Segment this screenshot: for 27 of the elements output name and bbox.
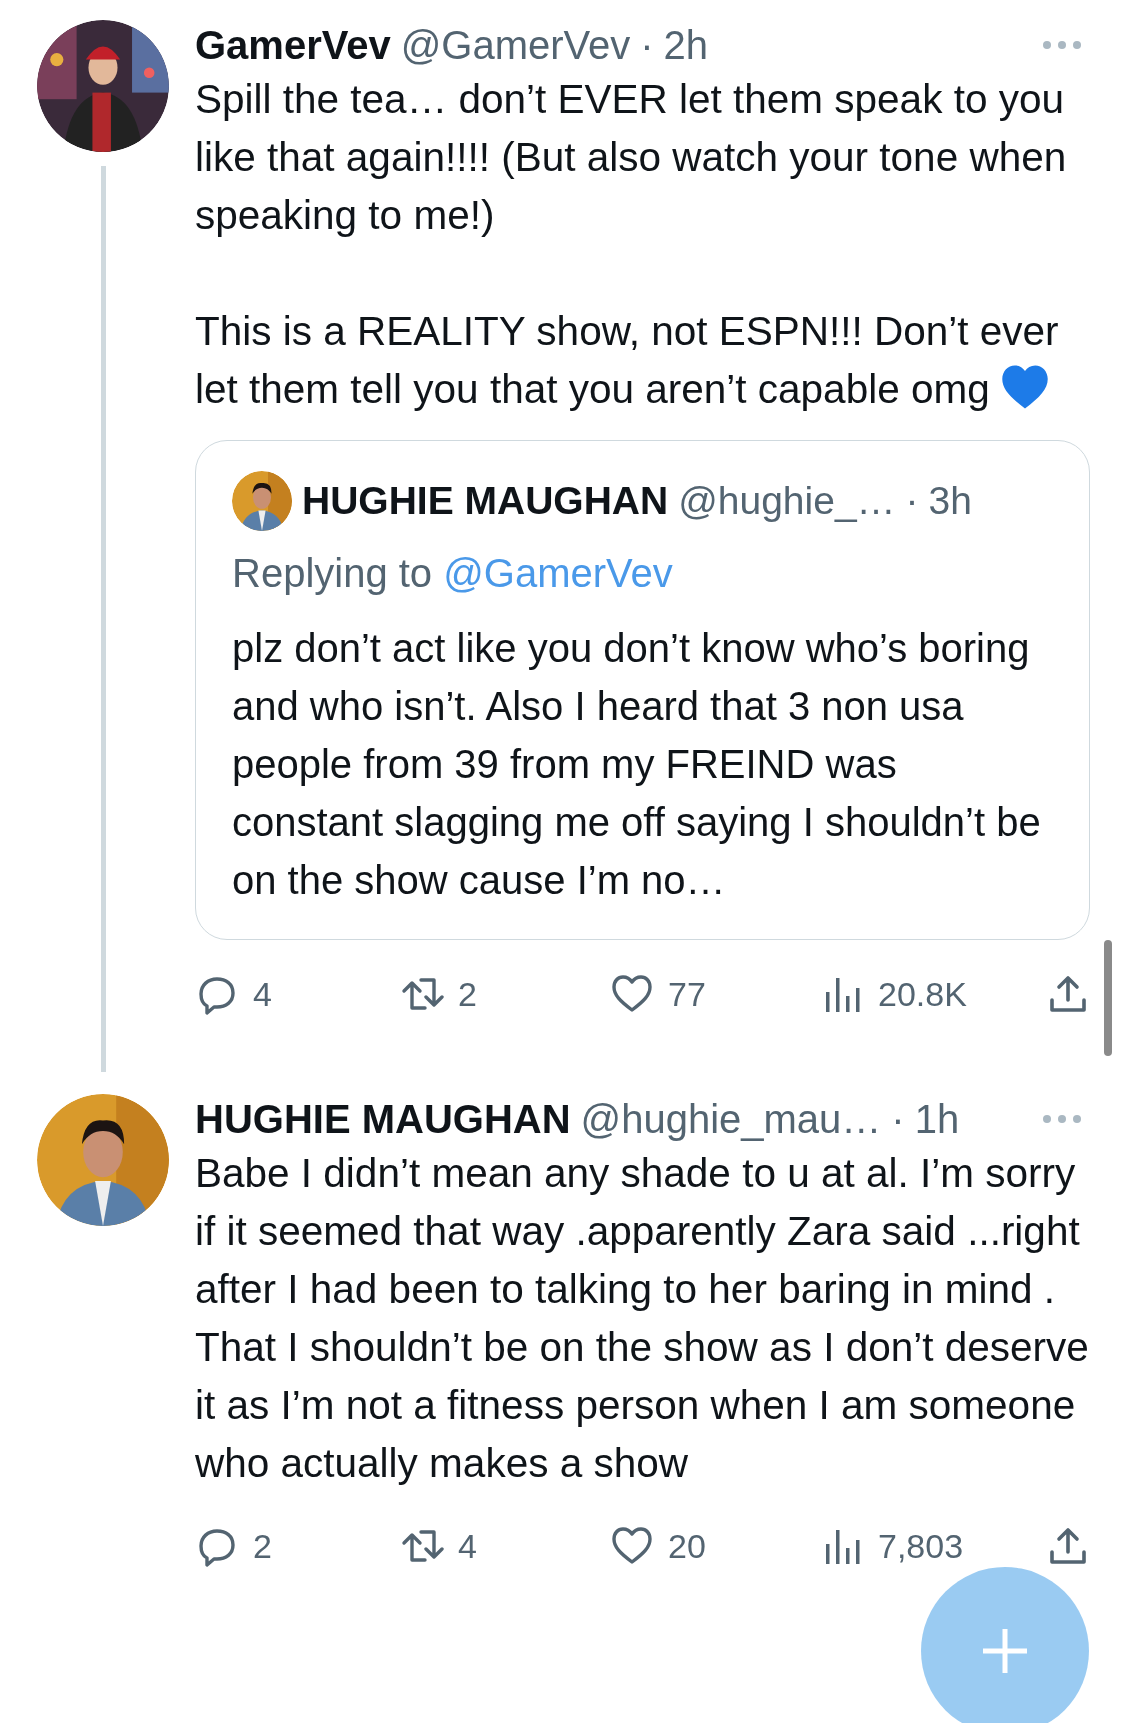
plus-icon [981, 1627, 1029, 1675]
author-name[interactable]: GamerVev [195, 22, 391, 68]
timestamp[interactable]: 2h [663, 22, 709, 68]
count-label: 20.8K [878, 974, 967, 1014]
count-label: 2 [458, 974, 477, 1014]
count-label: 77 [668, 974, 706, 1014]
separator-dot: · [891, 1096, 905, 1142]
tweet-text: This is a REALITY show, not ESPN!!! Don’t ever let them tell you that you aren’t capable omg [195, 307, 1060, 414]
author-handle[interactable]: @GamerVev [400, 22, 631, 68]
author-handle[interactable]: @hughie_mau… [580, 1096, 882, 1142]
count-label: 7,803 [878, 1526, 964, 1566]
count-label: 4 [253, 974, 272, 1014]
separator-dot: · [640, 22, 654, 68]
count-label: 20 [668, 1526, 706, 1566]
count-label: 2 [253, 1526, 272, 1566]
quoted-tweet-text: plz don’t act like you don’t know who’s boring and who isn’t. Also I heard that 3 non usa people from 39 from my FREIND was constant slagging me off saying I shouldn’t be on the show cause I’m no… [232, 625, 1042, 904]
tweet-text: Babe I didn’t mean any shade to u at al. I’m sorry if it seemed that way .apparently Zara said ...right after I had been to talking to her baring in mind . That I shouldn’t be on the show as I don’t deserve it as I’m not a fitness person when I am someone who actually makes a show [195, 1149, 1090, 1488]
author-name[interactable]: HUGHIE MAUGHAN [302, 479, 669, 523]
count-label: 4 [458, 1526, 477, 1566]
timestamp[interactable]: 1h [914, 1096, 960, 1142]
replying-label: Replying to [232, 551, 433, 595]
scroll-bar[interactable] [1104, 940, 1112, 1056]
tweet-text: Spill the tea… don’t EVER let them speak to you like that again!!!! (But also watch your tone when speaking to me!) [195, 75, 1068, 240]
separator-dot: · [905, 479, 919, 523]
author-name[interactable]: HUGHIE MAUGHAN [195, 1096, 571, 1142]
author-handle[interactable]: @hughie_… [678, 479, 896, 523]
timestamp[interactable]: 3h [928, 479, 972, 523]
